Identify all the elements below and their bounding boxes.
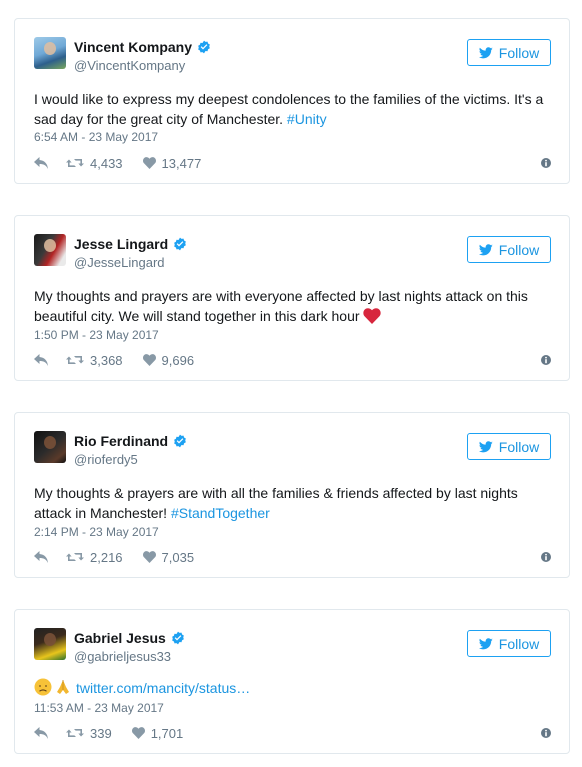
reply-icon <box>34 157 48 169</box>
follow-label: Follow <box>498 635 540 652</box>
retweet-count: 339 <box>90 725 112 741</box>
twitter-bird-icon <box>478 637 493 649</box>
verified-badge-icon <box>174 237 186 251</box>
tweet-actions: 4,433 13,477 <box>34 154 551 172</box>
like-button[interactable]: 9,696 <box>142 352 195 368</box>
info-icon <box>541 728 551 738</box>
tweet-text: I would like to express my deepest condo… <box>34 89 551 129</box>
retweet-button[interactable]: 4,433 <box>66 156 123 171</box>
retweet-count: 4,433 <box>90 155 123 171</box>
heart-icon <box>131 727 145 739</box>
twitter-bird-icon <box>478 243 493 255</box>
timestamp[interactable]: 2:14 PM - 23 May 2017 <box>34 525 159 539</box>
avatar[interactable] <box>34 37 66 69</box>
follow-button[interactable]: Follow <box>467 433 551 460</box>
timestamp[interactable]: 11:53 AM - 23 May 2017 <box>34 701 164 715</box>
retweet-icon <box>66 356 84 364</box>
verified-badge-icon <box>198 40 210 54</box>
tweet-text: twitter.com/mancity/status… <box>34 678 551 698</box>
author-handle[interactable]: @rioferdy5 <box>74 452 138 467</box>
author-handle[interactable]: @VincentKompany <box>74 58 185 73</box>
follow-button[interactable]: Follow <box>467 630 551 657</box>
twitter-bird-icon <box>478 440 493 452</box>
info-icon <box>541 158 551 168</box>
tweet-link[interactable]: twitter.com/mancity/status… <box>76 680 250 696</box>
avatar[interactable] <box>34 234 66 266</box>
like-button[interactable]: 7,035 <box>142 549 195 565</box>
reply-button[interactable] <box>34 157 54 169</box>
verified-badge-icon <box>174 434 186 448</box>
like-count: 1,701 <box>150 725 184 741</box>
retweet-icon <box>66 729 84 737</box>
like-button[interactable]: 13,477 <box>142 155 202 171</box>
retweet-button[interactable]: 2,216 <box>66 550 123 565</box>
twitter-bird-icon <box>478 46 493 58</box>
hashtag-link[interactable]: #StandTogether <box>171 505 270 521</box>
avatar[interactable] <box>34 431 66 463</box>
like-count: 9,696 <box>161 352 195 368</box>
red-heart-icon <box>362 308 381 324</box>
author-name-row[interactable]: Gabriel Jesus <box>74 630 185 646</box>
follow-label: Follow <box>498 438 540 455</box>
tweet-text: My thoughts & prayers are with all the f… <box>34 483 551 523</box>
tweet-text-body: My thoughts and prayers are with everyon… <box>34 288 528 324</box>
author-name-row[interactable]: Vincent Kompany <box>74 39 211 55</box>
heart-icon <box>142 157 156 169</box>
author-name[interactable]: Jesse Lingard <box>74 236 168 252</box>
folded-hands-icon <box>57 680 69 694</box>
retweet-count: 3,368 <box>90 352 123 368</box>
retweet-icon <box>66 553 84 561</box>
author-name[interactable]: Vincent Kompany <box>74 39 192 55</box>
tweet-actions: 2,216 7,035 <box>34 548 551 566</box>
retweet-count: 2,216 <box>90 549 123 565</box>
info-icon <box>541 552 551 562</box>
author-name-row[interactable]: Rio Ferdinand <box>74 433 187 449</box>
tweet-card: Vincent Kompany @VincentKompany Follow I… <box>14 18 570 184</box>
follow-button[interactable]: Follow <box>467 39 551 66</box>
timestamp[interactable]: 1:50 PM - 23 May 2017 <box>34 328 159 342</box>
reply-icon <box>34 354 48 366</box>
author-name[interactable]: Rio Ferdinand <box>74 433 168 449</box>
tweet-actions: 3,368 9,696 <box>34 351 551 369</box>
like-count: 7,035 <box>161 549 195 565</box>
reply-button[interactable] <box>34 727 54 739</box>
reply-icon <box>34 551 48 563</box>
like-button[interactable]: 1,701 <box>131 725 184 741</box>
verified-badge-icon <box>171 631 184 645</box>
info-button[interactable] <box>541 355 551 365</box>
follow-button[interactable]: Follow <box>467 236 551 263</box>
author-name[interactable]: Gabriel Jesus <box>74 630 166 646</box>
tweet-text: My thoughts and prayers are with everyon… <box>34 286 551 326</box>
retweet-button[interactable]: 3,368 <box>66 353 123 368</box>
retweet-button[interactable]: 339 <box>66 726 112 741</box>
tweet-card: Gabriel Jesus @gabrieljesus33 Follow twi… <box>14 609 570 754</box>
reply-button[interactable] <box>34 354 54 366</box>
heart-icon <box>142 354 156 366</box>
author-handle[interactable]: @JesseLingard <box>74 255 165 270</box>
info-button[interactable] <box>541 728 551 738</box>
tweet-text-body: My thoughts & prayers are with all the f… <box>34 485 518 521</box>
like-count: 13,477 <box>161 155 202 171</box>
tweet-actions: 339 1,701 <box>34 724 551 742</box>
reply-button[interactable] <box>34 551 54 563</box>
author-handle[interactable]: @gabrieljesus33 <box>74 649 171 664</box>
emoji-group <box>34 678 72 696</box>
retweet-icon <box>66 159 84 167</box>
follow-label: Follow <box>498 44 540 61</box>
timestamp[interactable]: 6:54 AM - 23 May 2017 <box>34 130 158 144</box>
author-name-row[interactable]: Jesse Lingard <box>74 236 187 252</box>
info-button[interactable] <box>541 158 551 168</box>
reply-icon <box>34 727 48 739</box>
avatar[interactable] <box>34 628 66 660</box>
info-icon <box>541 355 551 365</box>
tweet-card: Rio Ferdinand @rioferdy5 Follow My thoug… <box>14 412 570 578</box>
disappointed-face-icon <box>34 678 52 696</box>
follow-label: Follow <box>498 241 540 258</box>
tweet-card: Jesse Lingard @JesseLingard Follow My th… <box>14 215 570 381</box>
heart-icon <box>142 551 156 563</box>
info-button[interactable] <box>541 552 551 562</box>
hashtag-link[interactable]: #Unity <box>287 111 327 127</box>
